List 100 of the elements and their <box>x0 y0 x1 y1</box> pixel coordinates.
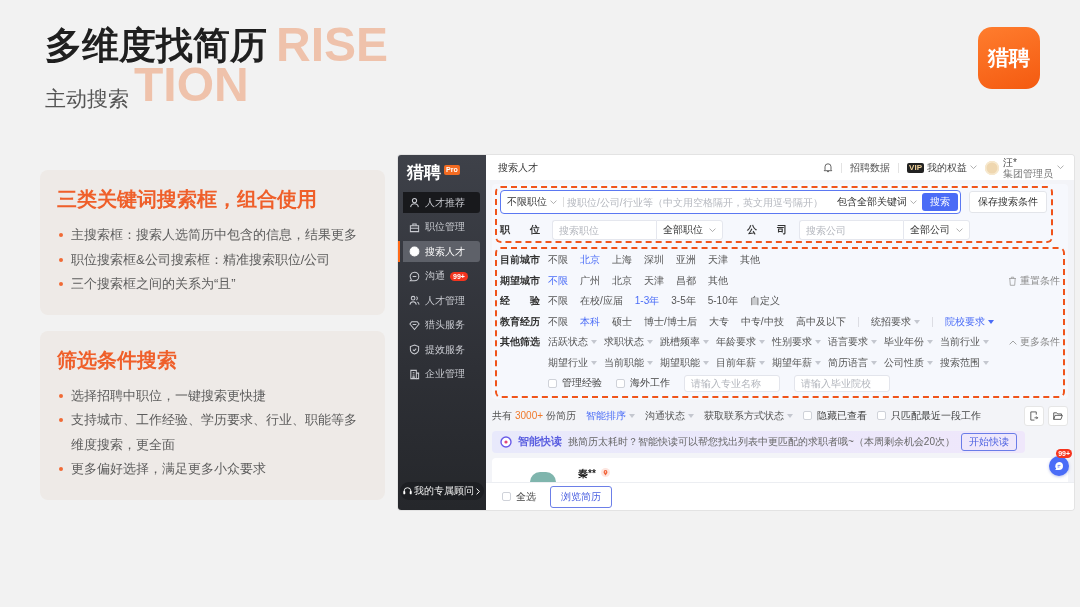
filter-option[interactable]: 本科 <box>580 314 600 329</box>
filter-option[interactable]: 北京 <box>612 273 632 288</box>
filter-option[interactable]: 其他 <box>708 273 728 288</box>
caret-icon <box>591 340 597 345</box>
advisor-button[interactable]: 我的专属顾问 <box>400 482 484 500</box>
checkbox[interactable] <box>548 378 557 388</box>
filter-option[interactable]: 不限 <box>548 314 568 329</box>
benefits-menu[interactable]: VIP 我的权益 <box>907 160 977 175</box>
filter-option[interactable]: 自定义 <box>749 294 780 309</box>
filter-option[interactable]: 在校/应届 <box>580 294 623 309</box>
checkbox[interactable] <box>502 492 511 501</box>
filter-dropdown[interactable]: 搜索范围 <box>940 355 989 370</box>
checkbox-label[interactable]: 管理经验 <box>562 376 602 391</box>
bullet-icon <box>59 257 63 262</box>
sort-dropdown[interactable]: 获取联系方式状态 <box>704 408 794 423</box>
result-count: 3000+ <box>515 410 544 421</box>
scope-dropdown[interactable]: 不限职位 <box>507 195 563 209</box>
search-button[interactable]: 搜索 <box>922 193 958 211</box>
search-bar[interactable]: 不限职位 搜职位/公司/行业等（中文用空格隔开，英文用逗号隔开） 包含全部关键词 搜索 <box>500 190 961 214</box>
filter-option[interactable]: 硕士 <box>612 314 632 329</box>
filter-dropdown[interactable]: 性别要求 <box>772 335 821 350</box>
filter-option[interactable]: 上海 <box>612 253 632 268</box>
bullet-icon <box>59 282 63 286</box>
filter-option[interactable]: 天津 <box>708 253 728 268</box>
reset-button[interactable]: 重置条件 <box>1008 273 1060 288</box>
collapse-button[interactable]: 更多条件 <box>1009 335 1060 350</box>
checkbox-label[interactable]: 隐藏已查看 <box>817 408 868 423</box>
filter-option[interactable]: 不限 <box>548 253 568 268</box>
text-input[interactable]: 请输入毕业院校 <box>794 374 890 392</box>
browse-button[interactable]: 浏览简历 <box>550 485 612 508</box>
filter-dropdown[interactable]: 期望年薪 <box>772 355 821 370</box>
filter-dropdown[interactable]: 统招要求 <box>870 314 920 329</box>
filter-option[interactable]: 3-5年 <box>671 294 696 309</box>
keyword-input[interactable]: 搜职位/公司/行业等（中文用空格隔开，英文用逗号隔开） <box>564 196 832 208</box>
filter-dropdown[interactable]: 毕业年份 <box>884 335 933 350</box>
filter-option[interactable]: 亚洲 <box>676 253 696 268</box>
sidebar-item[interactable]: 人才管理 <box>398 290 480 311</box>
filter-dropdown[interactable]: 活跃状态 <box>548 335 597 350</box>
filter-option[interactable]: 大专 <box>708 314 729 329</box>
filter-option[interactable]: 5-10年 <box>707 294 738 309</box>
filter-option[interactable]: 中专/中技 <box>740 314 784 329</box>
bullet-icon <box>59 393 63 398</box>
sidebar-item[interactable]: 企业管理 <box>398 363 480 385</box>
filter-dropdown[interactable]: 语言要求 <box>828 335 877 350</box>
result-count-label: 份简历 <box>546 408 577 423</box>
filter-option[interactable]: 深圳 <box>644 253 664 268</box>
filter-option[interactable]: 不限 <box>548 294 568 309</box>
search-input[interactable]: 搜索公司 <box>799 220 903 240</box>
sidebar-item[interactable]: 提效服务 <box>398 339 480 360</box>
filter-dropdown[interactable]: 全部职位 <box>656 220 723 240</box>
filter-dropdown[interactable]: 期望行业 <box>548 355 597 370</box>
filter-dropdown[interactable]: 求职状态 <box>604 335 653 350</box>
field-label: 公 司 <box>747 223 787 237</box>
checkbox[interactable] <box>877 411 887 420</box>
sidebar-item[interactable]: 猎头服务 <box>398 314 480 336</box>
start-button[interactable]: 开始快读 <box>960 432 1017 451</box>
avatar-placeholder[interactable] <box>985 160 999 175</box>
filter-option[interactable]: 广州 <box>580 273 600 288</box>
filter-dropdown[interactable]: 全部公司 <box>903 220 970 240</box>
checkbox[interactable] <box>616 378 625 388</box>
sort-dropdown[interactable]: 智能排序 <box>586 408 636 423</box>
caret-icon <box>815 360 821 365</box>
candidate-name[interactable]: 秦** <box>578 466 596 481</box>
headset-icon <box>403 487 412 495</box>
caret-icon <box>927 340 933 345</box>
filter-option[interactable]: 不限 <box>548 273 568 288</box>
filter-option[interactable]: 昌都 <box>676 273 696 288</box>
icon-button[interactable] <box>1024 405 1044 426</box>
filter-dropdown[interactable]: 简历语言 <box>828 355 877 370</box>
checkbox[interactable] <box>803 411 813 420</box>
banner-text: 挑简历太耗时？智能快读可以帮您找出列表中更匹配的求职者哦~（本周剩余机会20次） <box>568 434 955 449</box>
search-input[interactable]: 搜索职位 <box>552 220 656 240</box>
filter-dropdown[interactable]: 院校要求 <box>944 314 994 329</box>
filter-option[interactable]: 博士/博士后 <box>644 314 697 329</box>
text-input[interactable]: 请输入专业名称 <box>684 374 780 392</box>
filter-dropdown[interactable]: 当前行业 <box>940 335 989 350</box>
icon-button[interactable] <box>1048 405 1068 426</box>
checkbox-label[interactable]: 只匹配最近一段工作 <box>891 408 982 423</box>
filter-dropdown[interactable]: 目前年薪 <box>716 355 765 370</box>
filter-option[interactable]: 其他 <box>740 253 760 268</box>
filter-option[interactable]: 天津 <box>644 273 664 288</box>
checkbox-label[interactable]: 全选 <box>516 489 536 504</box>
nav-link[interactable]: 招聘数据 <box>850 160 891 175</box>
filter-option[interactable]: 高中及以下 <box>795 314 846 329</box>
user-name[interactable]: 汪* <box>1003 156 1053 168</box>
chevron-down-icon[interactable] <box>1057 165 1064 170</box>
filter-option[interactable]: 北京 <box>580 253 600 268</box>
filter-dropdown[interactable]: 当前职能 <box>604 355 653 370</box>
bell-icon[interactable] <box>823 162 834 173</box>
sidebar-item[interactable]: 搜索人才 <box>398 241 480 262</box>
filter-dropdown[interactable]: 期望职能 <box>660 355 709 370</box>
sort-dropdown[interactable]: 沟通状态 <box>645 408 695 423</box>
filter-dropdown[interactable]: 公司性质 <box>884 355 933 370</box>
filter-dropdown[interactable]: 跳槽频率 <box>660 335 709 350</box>
filter-option[interactable]: 1-3年 <box>634 294 660 309</box>
sidebar-item[interactable]: 职位管理 <box>398 216 480 238</box>
match-dropdown[interactable]: 包含全部关键词 <box>832 195 922 209</box>
save-search-button[interactable]: 保存搜索条件 <box>969 191 1047 213</box>
filter-dropdown[interactable]: 年龄要求 <box>716 335 765 350</box>
checkbox-label[interactable]: 海外工作 <box>630 376 670 391</box>
